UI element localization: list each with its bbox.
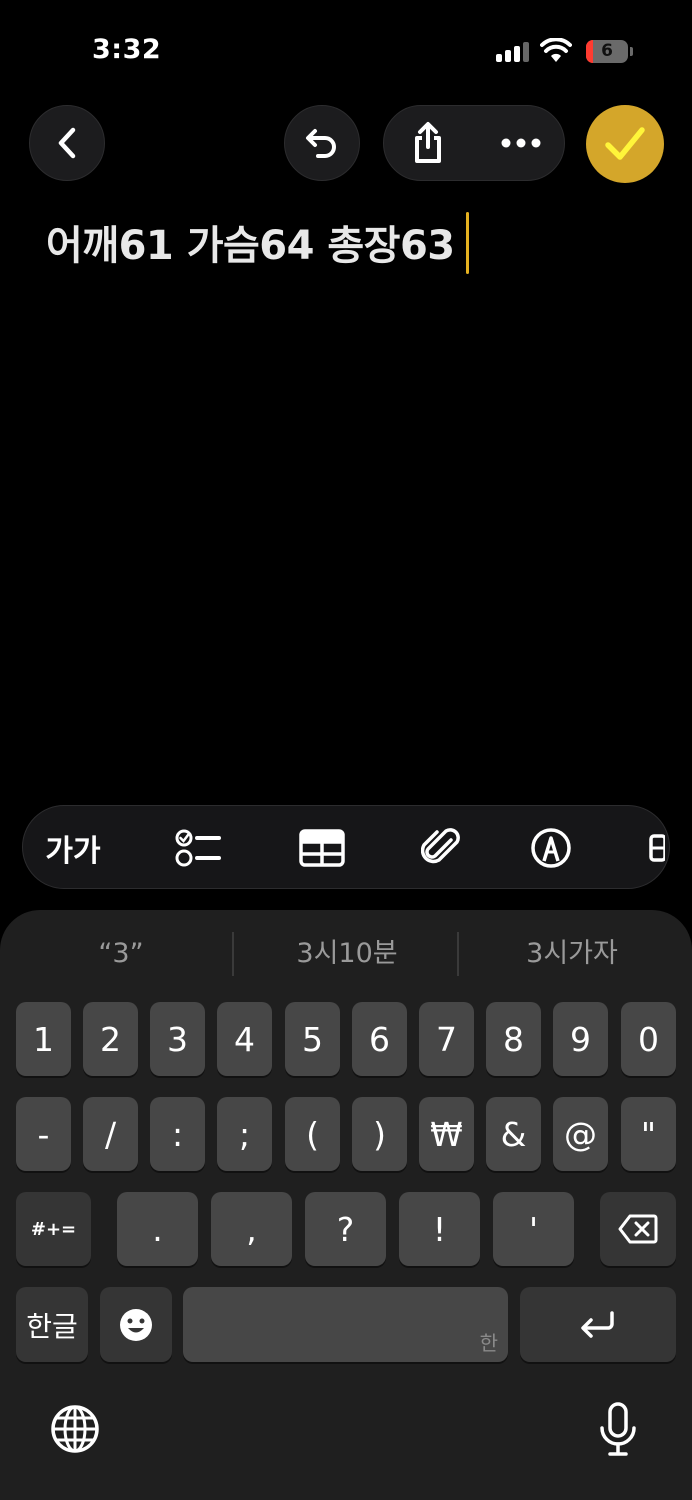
formatting-toolbar: 가가 <box>22 805 670 889</box>
key-colon[interactable]: : <box>150 1097 205 1171</box>
globe-icon <box>51 1405 99 1453</box>
key-comma[interactable]: , <box>211 1192 292 1266</box>
return-key[interactable] <box>520 1287 676 1362</box>
back-button[interactable] <box>29 105 105 181</box>
attachment-button[interactable] <box>419 806 463 888</box>
key-quote[interactable]: " <box>621 1097 676 1171</box>
key-at[interactable]: @ <box>553 1097 608 1171</box>
battery-indicator: 6 <box>586 40 628 63</box>
text-cursor <box>466 212 469 274</box>
share-more-group <box>383 105 565 181</box>
key-question[interactable]: ? <box>305 1192 386 1266</box>
key-exclamation[interactable]: ! <box>399 1192 480 1266</box>
checklist-icon <box>175 829 221 867</box>
suggestion-3[interactable]: 3시가자 <box>459 934 685 974</box>
markup-pen-icon <box>531 828 571 868</box>
microphone-icon <box>600 1402 636 1456</box>
checkmark-icon <box>605 127 645 160</box>
key-hyphen[interactable]: - <box>16 1097 71 1171</box>
markup-button[interactable] <box>529 806 573 888</box>
ellipsis-icon[interactable] <box>500 137 542 149</box>
backspace-icon <box>618 1214 658 1244</box>
key-8[interactable]: 8 <box>486 1002 541 1076</box>
table-button[interactable] <box>297 806 347 888</box>
battery-tip <box>630 47 633 56</box>
more-format-icon <box>649 834 665 862</box>
emoji-icon <box>120 1308 152 1341</box>
key-1[interactable]: 1 <box>16 1002 71 1076</box>
keyboard: “3” 3시10분 3시가자 1 2 3 4 5 6 7 8 9 0 - / :… <box>0 910 692 1500</box>
language-key[interactable]: 한글 <box>16 1287 88 1362</box>
globe-button[interactable] <box>50 1404 100 1454</box>
key-5[interactable]: 5 <box>285 1002 340 1076</box>
key-0[interactable]: 0 <box>621 1002 676 1076</box>
key-open-paren[interactable]: ( <box>285 1097 340 1171</box>
key-9[interactable]: 9 <box>553 1002 608 1076</box>
delete-key[interactable] <box>600 1192 676 1266</box>
key-semicolon[interactable]: ; <box>217 1097 272 1171</box>
paperclip-icon <box>421 828 460 864</box>
more-format-button[interactable] <box>647 806 667 888</box>
checklist-button[interactable] <box>171 806 225 888</box>
undo-button[interactable] <box>284 105 360 181</box>
undo-icon <box>306 129 336 158</box>
chevron-left-icon <box>58 127 76 159</box>
text-style-button[interactable]: 가가 <box>41 806 105 888</box>
symbols-toggle-key[interactable]: #+= <box>16 1192 91 1266</box>
dictation-button[interactable] <box>598 1402 638 1458</box>
table-icon <box>299 829 345 867</box>
suggestion-1[interactable]: “3” <box>8 934 234 974</box>
return-icon <box>581 1310 614 1338</box>
key-period[interactable]: . <box>117 1192 198 1266</box>
key-3[interactable]: 3 <box>150 1002 205 1076</box>
battery-level: 6 <box>601 41 613 61</box>
key-apostrophe[interactable]: ' <box>493 1192 574 1266</box>
share-icon[interactable] <box>410 121 446 165</box>
done-button[interactable] <box>586 105 664 183</box>
key-won[interactable]: ₩ <box>419 1097 474 1171</box>
key-2[interactable]: 2 <box>83 1002 138 1076</box>
space-key-hint: 한 <box>479 1331 498 1355</box>
key-6[interactable]: 6 <box>352 1002 407 1076</box>
space-key[interactable]: 한 <box>183 1287 508 1362</box>
key-ampersand[interactable]: & <box>486 1097 541 1171</box>
wifi-icon <box>540 38 572 62</box>
note-body-text[interactable]: 어깨61 가슴64 총장63 <box>46 213 455 271</box>
key-close-paren[interactable]: ) <box>352 1097 407 1171</box>
key-7[interactable]: 7 <box>419 1002 474 1076</box>
suggestion-2[interactable]: 3시10분 <box>234 934 460 974</box>
cellular-signal-icon <box>496 42 529 62</box>
status-time: 3:32 <box>92 34 162 65</box>
key-slash[interactable]: / <box>83 1097 138 1171</box>
key-4[interactable]: 4 <box>217 1002 272 1076</box>
emoji-key[interactable] <box>100 1287 172 1362</box>
